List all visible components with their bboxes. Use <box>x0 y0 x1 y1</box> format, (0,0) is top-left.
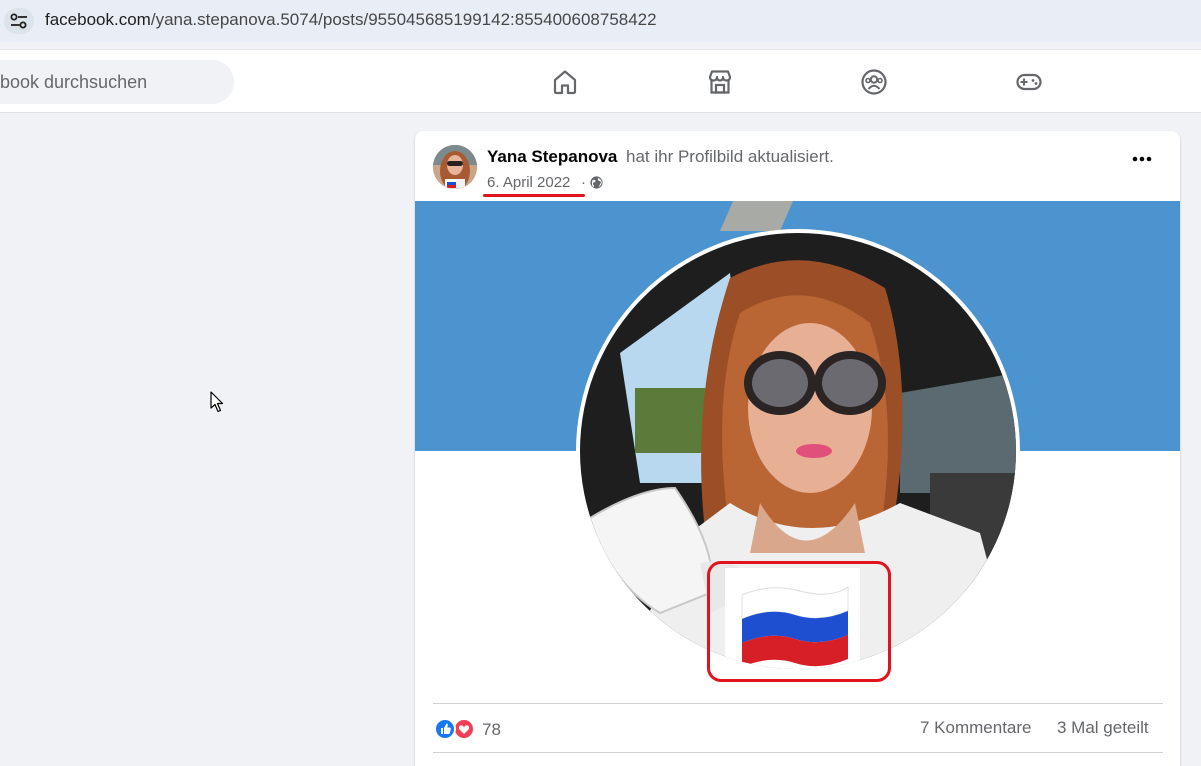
gaming-icon[interactable] <box>1015 68 1043 96</box>
mouse-cursor-icon <box>210 391 224 413</box>
url-field[interactable]: facebook.com/yana.stepanova.5074/posts/9… <box>45 10 657 30</box>
reaction-icons[interactable] <box>434 718 476 740</box>
date-highlight-underline <box>483 194 585 197</box>
author-avatar[interactable] <box>433 145 477 189</box>
url-host: facebook.com <box>45 10 151 29</box>
avatar-photo <box>433 145 477 189</box>
post-action-text: hat ihr Profilbild aktualisiert. <box>626 147 834 166</box>
tune-icon <box>10 13 27 29</box>
comments-count-link[interactable]: 7 Kommentare <box>920 718 1032 738</box>
date-separator: · <box>581 174 586 191</box>
author-name-link[interactable]: Yana Stepanova <box>487 147 617 167</box>
more-options-icon[interactable] <box>1127 153 1157 165</box>
groups-icon[interactable] <box>860 68 888 96</box>
marketplace-icon[interactable] <box>706 68 734 96</box>
search-input[interactable]: book durchsuchen <box>0 60 234 104</box>
globe-icon[interactable] <box>590 176 603 189</box>
post-card: Yana Stepanova hat ihr Profilbild aktual… <box>415 131 1180 766</box>
url-path: /yana.stepanova.5074/posts/9550456851991… <box>150 10 657 29</box>
flag-highlight-box <box>707 561 891 682</box>
divider <box>433 703 1163 704</box>
browser-address-bar: facebook.com/yana.stepanova.5074/posts/9… <box>0 0 1201 42</box>
site-info-button[interactable] <box>4 8 34 34</box>
reaction-count[interactable]: 78 <box>482 720 501 740</box>
search-placeholder: book durchsuchen <box>0 72 148 92</box>
facebook-header: book durchsuchen <box>0 49 1201 113</box>
home-icon[interactable] <box>551 68 579 96</box>
post-date-link[interactable]: 6. April 2022 <box>487 174 570 191</box>
divider <box>433 752 1163 753</box>
shares-count-link[interactable]: 3 Mal geteilt <box>1057 718 1149 738</box>
